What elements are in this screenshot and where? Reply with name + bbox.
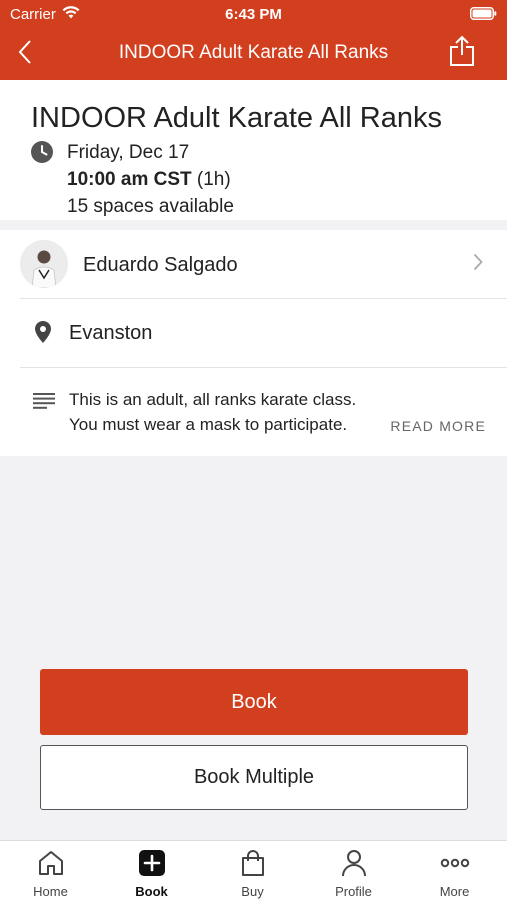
description-row: This is an adult, all ranks karate class… (0, 368, 507, 456)
tab-home[interactable]: Home (0, 841, 101, 900)
description-line-2: You must wear a mask to participate. (69, 415, 348, 434)
share-icon (449, 35, 475, 72)
tab-label-home: Home (33, 884, 68, 899)
class-duration: (1h) (196, 169, 231, 190)
location-row: Evanston (0, 299, 507, 367)
app-header: Carrier 6:43 PM INDOOR Adult Karate All … (0, 0, 507, 80)
avatar (20, 240, 68, 288)
status-time: 6:43 PM (225, 6, 282, 23)
more-dots-icon (440, 849, 470, 882)
location-pin-icon (34, 320, 52, 349)
tab-label-profile: Profile (335, 884, 372, 899)
battery-icon (470, 7, 497, 24)
nav-title: INDOOR Adult Karate All Ranks (118, 42, 389, 63)
person-icon (340, 849, 368, 882)
text-lines-icon (33, 393, 55, 414)
back-button[interactable] (8, 36, 42, 72)
description-line-1: This is an adult, all ranks karate class… (69, 390, 357, 409)
spaces-available: 15 spaces available (67, 196, 234, 217)
class-details: Eduardo Salgado Evanston This is an adul… (0, 230, 507, 456)
tab-bar: Home Book Buy Profile More (0, 840, 507, 900)
status-bar: Carrier 6:43 PM (0, 0, 507, 28)
chevron-left-icon (18, 39, 32, 70)
instructor-row[interactable]: Eduardo Salgado (0, 230, 507, 298)
location-name: Evanston (69, 322, 153, 344)
book-button[interactable]: Book (40, 669, 468, 735)
book-plus-icon (138, 849, 166, 882)
chevron-right-icon (473, 253, 483, 276)
share-button[interactable] (445, 34, 479, 72)
tab-label-book: Book (135, 884, 168, 899)
class-title: INDOOR Adult Karate All Ranks (31, 102, 442, 134)
class-date: Friday, Dec 17 (67, 142, 190, 163)
tab-buy[interactable]: Buy (202, 841, 303, 900)
home-icon (37, 849, 65, 882)
instructor-name: Eduardo Salgado (83, 254, 238, 276)
class-summary: INDOOR Adult Karate All Ranks Friday, De… (0, 80, 507, 220)
book-multiple-button[interactable]: Book Multiple (40, 745, 468, 810)
class-time-line: 10:00 am CST (1h) (67, 169, 231, 191)
clock-icon (30, 140, 54, 169)
tab-profile[interactable]: Profile (303, 841, 404, 900)
shopping-bag-icon (239, 849, 267, 882)
class-time: 10:00 am CST (67, 169, 192, 190)
read-more-link[interactable]: READ MORE (390, 418, 486, 434)
tab-book[interactable]: Book (101, 841, 202, 900)
tab-more[interactable]: More (404, 841, 505, 900)
tab-label-more: More (439, 884, 470, 899)
tab-label-buy: Buy (241, 884, 264, 899)
navigation-bar: INDOOR Adult Karate All Ranks (0, 28, 507, 80)
